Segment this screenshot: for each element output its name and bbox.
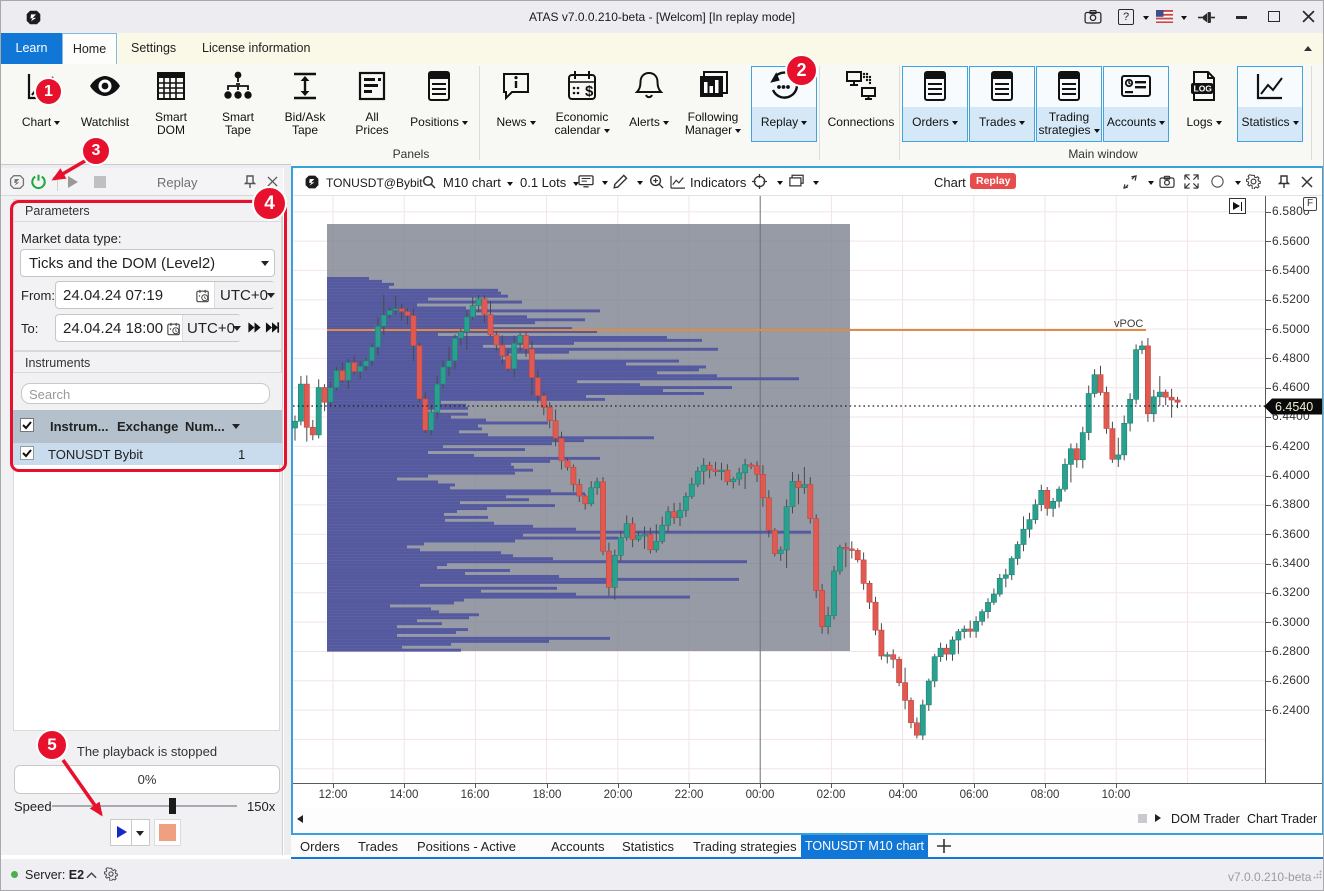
svg-text:6.4540: 6.4540 xyxy=(1275,400,1313,414)
